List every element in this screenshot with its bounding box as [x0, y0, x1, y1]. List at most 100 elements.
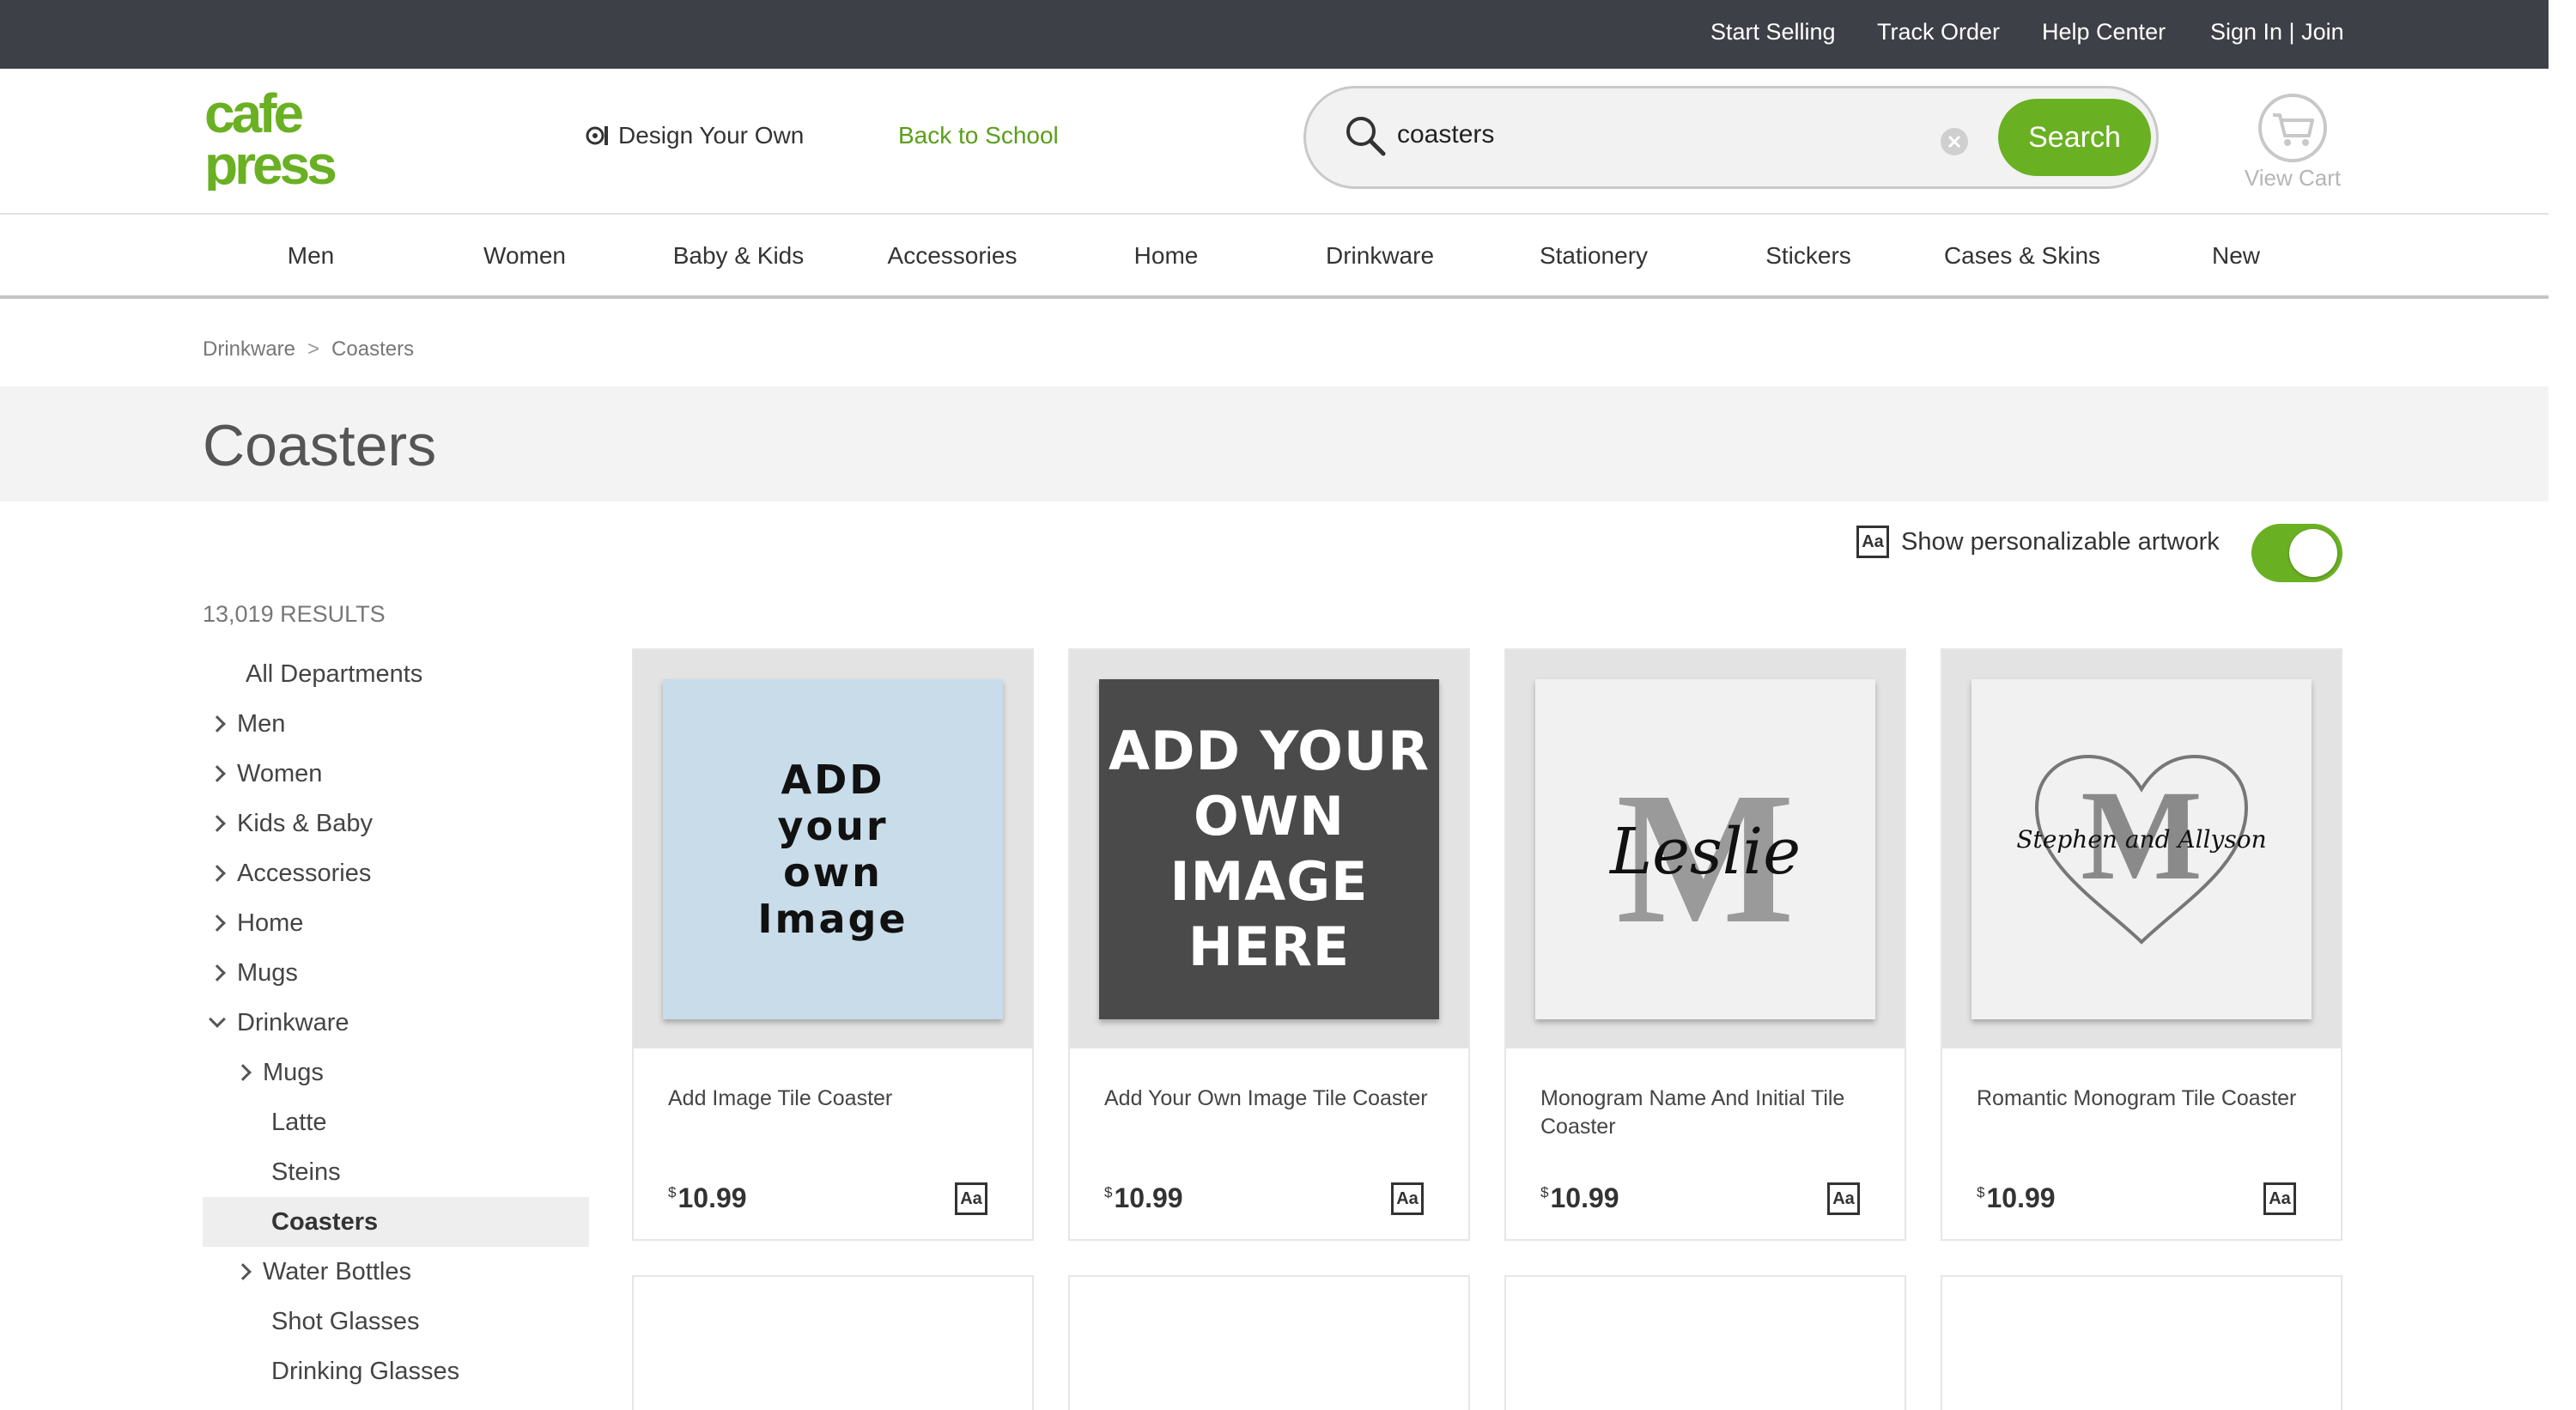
product-name[interactable]: Add Image Tile Coaster [668, 1085, 1003, 1113]
chevron-right-icon[interactable] [209, 815, 226, 832]
sidebar-item-all-departments[interactable]: All Departments [203, 649, 589, 699]
personalizable-icon: Aa [1391, 1182, 1424, 1215]
sidebar-item-label: Water Bottles [263, 1257, 411, 1285]
chevron-right-icon[interactable] [209, 865, 226, 882]
breadcrumb: Drinkware > Coasters [203, 337, 414, 362]
product-image[interactable]: ADD YOUR OWN IMAGE HERE [1070, 650, 1468, 1048]
artwork-text: OWN IMAGE [1170, 785, 1369, 913]
sidebar-item-label: Men [237, 709, 286, 738]
start-selling-link[interactable]: Start Selling [1710, 19, 1836, 46]
search-icon [1346, 117, 1386, 156]
breadcrumb-coasters[interactable]: Coasters [331, 337, 414, 361]
utility-bar: Start Selling Track Order Help Center Si… [0, 0, 2549, 69]
nav-drinkware[interactable]: Drinkware [1326, 242, 1434, 270]
sidebar-item-coasters[interactable]: Coasters [203, 1197, 589, 1247]
chevron-right-icon[interactable] [234, 1263, 252, 1280]
sidebar-item-label: Drinkware [237, 1008, 349, 1036]
search-input[interactable] [1397, 111, 1878, 159]
product-price: $10.99 [668, 1182, 747, 1214]
clear-search-icon[interactable] [1939, 126, 1970, 157]
cafepress-logo[interactable]: cafe press [203, 84, 364, 191]
personalizable-icon: Aa [1827, 1182, 1860, 1215]
sidebar-item-shot-glasses[interactable]: Shot Glasses [203, 1297, 589, 1346]
product-card-placeholder[interactable] [1941, 1275, 2342, 1410]
nav-new[interactable]: New [2212, 242, 2260, 270]
product-card[interactable]: M Stephen and Allyson Romantic Monogram Ti… [1941, 648, 2342, 1241]
scrollbar-gutter [2549, 0, 2576, 1410]
sidebar-item-water-bottles[interactable]: Water Bottles [203, 1247, 589, 1297]
sidebar-item-women[interactable]: Women [203, 749, 589, 799]
design-your-own-link[interactable]: Design Your Own [586, 122, 804, 149]
sidebar-item-label: Women [237, 759, 323, 787]
artwork-text: HERE [1188, 915, 1351, 978]
chevron-right-icon[interactable] [209, 915, 226, 932]
personalize-toggle[interactable] [2251, 524, 2342, 582]
product-card[interactable]: ADD your own Image Add Image Tile Coaster $10… [632, 648, 1034, 1241]
sidebar-item-label: Latte [271, 1108, 327, 1136]
shopping-cart-icon [2258, 94, 2327, 162]
breadcrumb-separator: > [307, 337, 320, 361]
sidebar-item-men[interactable]: Men [203, 699, 589, 749]
sidebar-item-kids-baby[interactable]: Kids & Baby [203, 799, 589, 848]
nav-stationery[interactable]: Stationery [1540, 242, 1648, 270]
track-order-link[interactable]: Track Order [1877, 19, 2000, 46]
search-button[interactable]: Search [1998, 99, 2151, 176]
sidebar-item-drinking-glasses[interactable]: Drinking Glasses [203, 1346, 589, 1396]
coaster-tile-artwork: M Leslie [1535, 679, 1875, 1019]
nav-men[interactable]: Men [288, 242, 334, 270]
sidebar-item-label: Home [237, 909, 304, 937]
personalizable-icon: Aa [955, 1182, 987, 1215]
chevron-down-icon[interactable] [209, 1011, 226, 1028]
category-nav: Men Women Baby & Kids Accessories Home D… [0, 213, 2549, 299]
view-cart[interactable]: View Cart [2241, 93, 2344, 196]
artwork-text: your [777, 803, 889, 849]
nav-baby-kids[interactable]: Baby & Kids [673, 242, 805, 270]
sidebar-item-label: Kids & Baby [237, 809, 373, 837]
back-to-school-link[interactable]: Back to School [898, 122, 1059, 149]
product-price: $10.99 [1104, 1182, 1183, 1214]
product-card-placeholder[interactable] [1504, 1275, 1906, 1410]
nav-home[interactable]: Home [1134, 242, 1199, 270]
results-count: 13,019 RESULTS [203, 601, 386, 627]
product-card-placeholder[interactable] [632, 1275, 1034, 1410]
breadcrumb-drinkware[interactable]: Drinkware [203, 337, 295, 361]
chevron-right-icon[interactable] [209, 715, 226, 732]
product-name[interactable]: Add Your Own Image Tile Coaster [1104, 1085, 1439, 1113]
sidebar-item-drinkware[interactable]: Drinkware [203, 998, 589, 1048]
chevron-right-icon[interactable] [209, 765, 226, 782]
nav-women[interactable]: Women [483, 242, 566, 270]
artwork-text: Image [757, 896, 908, 942]
currency-symbol: $ [1540, 1184, 1549, 1200]
sign-in-join-link[interactable]: Sign In | Join [2210, 19, 2344, 46]
product-card-placeholder[interactable] [1068, 1275, 1470, 1410]
nav-stickers[interactable]: Stickers [1765, 242, 1851, 270]
product-price: $10.99 [1540, 1182, 1619, 1214]
nav-cases-skins[interactable]: Cases & Skins [1944, 242, 2100, 270]
artwork-text: ADD [781, 757, 885, 803]
currency-symbol: $ [668, 1184, 677, 1200]
sidebar-item-accessories[interactable]: Accessories [203, 848, 589, 898]
monogram-artwork: MLeslie [1608, 753, 1801, 963]
help-center-link[interactable]: Help Center [2042, 19, 2166, 46]
chevron-right-icon[interactable] [209, 964, 226, 982]
price-amount: 10.99 [677, 1182, 747, 1213]
product-image[interactable]: ADD your own Image [634, 650, 1032, 1048]
product-name[interactable]: Monogram Name And Initial Tile Coaster [1540, 1085, 1875, 1141]
product-image[interactable]: M Stephen and Allyson [1942, 650, 2341, 1048]
product-card[interactable]: M Leslie Monogram Name And Initial Tile Co… [1504, 648, 1906, 1241]
coaster-tile-artwork: ADD YOUR OWN IMAGE HERE [1099, 679, 1439, 1019]
chevron-right-icon[interactable] [234, 1064, 252, 1081]
product-price: $10.99 [1977, 1182, 2056, 1214]
product-image[interactable]: M Leslie [1506, 650, 1905, 1048]
monogram-script-name: Stephen and Allyson [2016, 825, 2266, 854]
sidebar-item-mugs[interactable]: Mugs [203, 948, 589, 998]
nav-accessories[interactable]: Accessories [888, 242, 1018, 270]
product-card[interactable]: ADD YOUR OWN IMAGE HERE Add Your Own Image … [1068, 648, 1470, 1241]
sidebar-item-label: Mugs [263, 1058, 324, 1086]
product-name[interactable]: Romantic Monogram Tile Coaster [1977, 1085, 2312, 1113]
sidebar-item-steins[interactable]: Steins [203, 1147, 589, 1197]
sidebar-item-home[interactable]: Home [203, 898, 589, 948]
monogram-artwork: MStephen and Allyson [2016, 754, 2267, 945]
sidebar-item-latte[interactable]: Latte [203, 1097, 589, 1147]
sidebar-item-mugs[interactable]: Mugs [203, 1048, 589, 1097]
